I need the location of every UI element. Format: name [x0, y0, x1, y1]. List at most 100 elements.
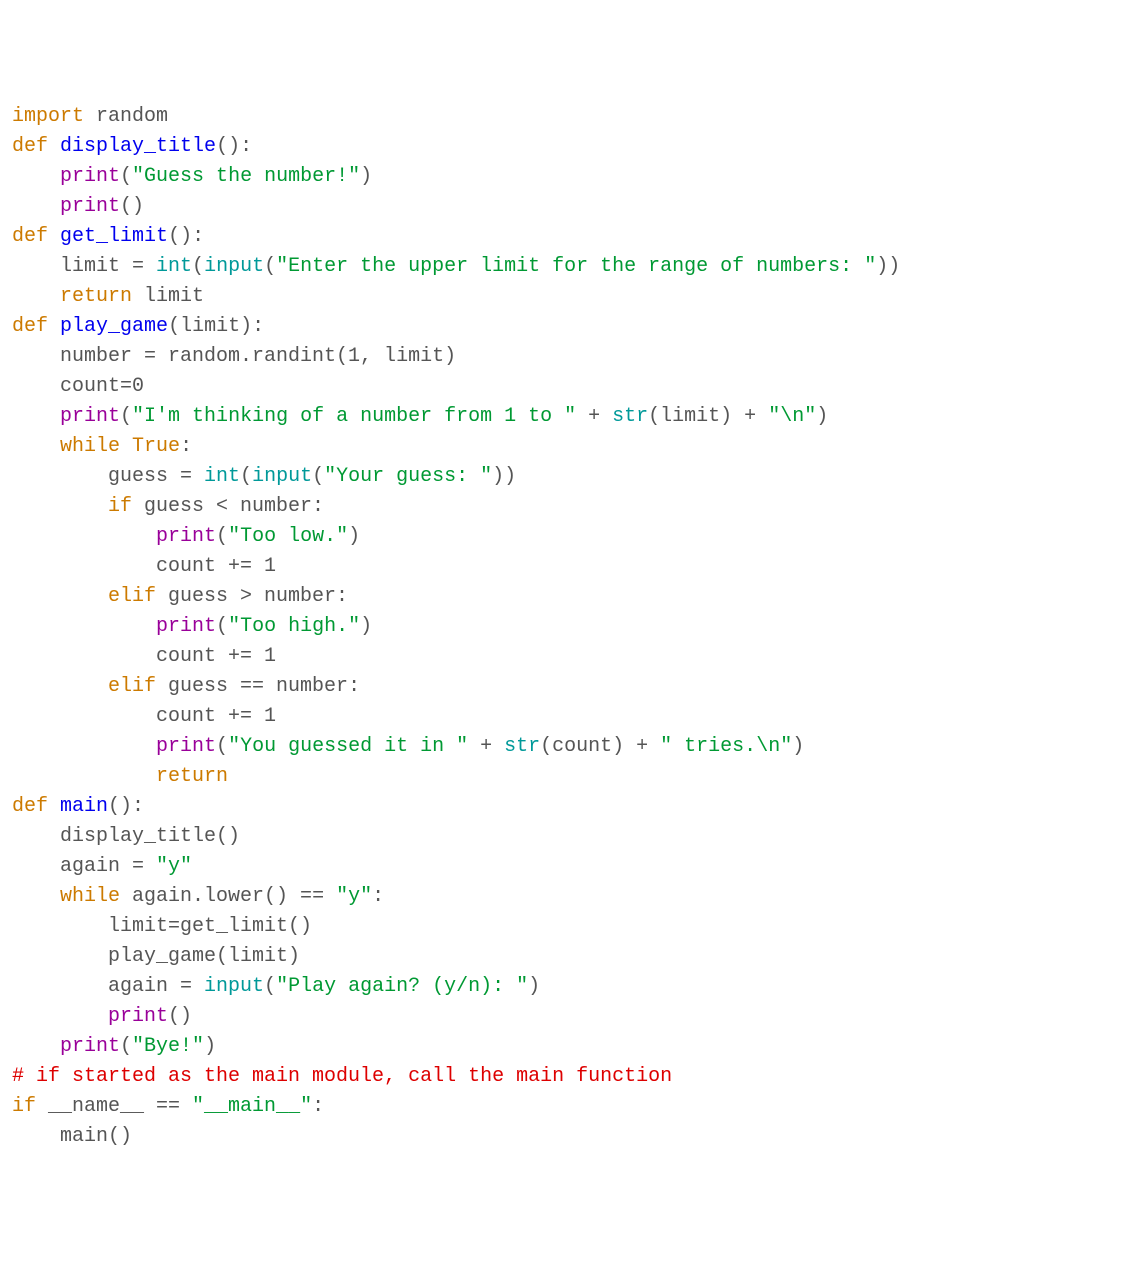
code-token: print	[60, 165, 120, 188]
code-token: random	[84, 105, 168, 128]
code-token: "\n"	[768, 405, 816, 428]
code-token: def	[12, 135, 48, 158]
code-line: again = "y"	[12, 852, 1124, 882]
code-line: count=0	[12, 372, 1124, 402]
code-line: limit=get_limit()	[12, 912, 1124, 942]
code-token: )	[204, 1035, 216, 1058]
code-line: main()	[12, 1122, 1124, 1152]
code-token	[48, 225, 60, 248]
code-token	[12, 165, 60, 188]
code-token: return	[60, 285, 132, 308]
code-line: # if started as the main module, call th…	[12, 1062, 1124, 1092]
code-token: guess == number:	[156, 675, 360, 698]
code-token: elif	[108, 585, 156, 608]
code-block: import randomdef display_title(): print(…	[12, 102, 1124, 1152]
code-token: main	[60, 795, 108, 818]
code-token: guess =	[12, 465, 204, 488]
code-token: (	[120, 405, 132, 428]
code-token	[12, 675, 108, 698]
code-token: if	[108, 495, 132, 518]
code-token: (	[312, 465, 324, 488]
code-token	[12, 735, 156, 758]
code-token: count=0	[12, 375, 144, 398]
code-token: str	[504, 735, 540, 758]
code-token: limit	[132, 285, 204, 308]
code-token	[48, 315, 60, 338]
code-token: print	[60, 405, 120, 428]
code-line: elif guess > number:	[12, 582, 1124, 612]
code-token: "Guess the number!"	[132, 165, 360, 188]
code-token: def	[12, 315, 48, 338]
code-line: print()	[12, 192, 1124, 222]
code-token: (	[240, 465, 252, 488]
code-token: "Too high."	[228, 615, 360, 638]
code-token: int	[204, 465, 240, 488]
code-token: (	[120, 1035, 132, 1058]
code-token	[48, 135, 60, 158]
code-token: count += 1	[12, 555, 276, 578]
code-token: if	[12, 1095, 36, 1118]
code-token: +	[468, 735, 504, 758]
code-token	[48, 795, 60, 818]
code-token: True	[132, 435, 180, 458]
code-token: +	[576, 405, 612, 428]
code-line: def display_title():	[12, 132, 1124, 162]
code-token: elif	[108, 675, 156, 698]
code-token	[12, 885, 60, 908]
code-token: (	[120, 165, 132, 188]
code-token: int	[156, 255, 192, 278]
code-line: print()	[12, 1002, 1124, 1032]
code-token: __name__ ==	[36, 1095, 192, 1118]
code-line: play_game(limit)	[12, 942, 1124, 972]
code-token	[12, 585, 108, 608]
code-line: if guess < number:	[12, 492, 1124, 522]
code-token: )	[528, 975, 540, 998]
code-token: print	[60, 1035, 120, 1058]
code-token: )	[360, 615, 372, 638]
code-token: limit=get_limit()	[12, 915, 312, 938]
code-token: while	[60, 885, 120, 908]
code-token: guess > number:	[156, 585, 348, 608]
code-token: ))	[492, 465, 516, 488]
code-token: "Too low."	[228, 525, 348, 548]
code-line: guess = int(input("Your guess: "))	[12, 462, 1124, 492]
code-token: (count) +	[540, 735, 660, 758]
code-token: )	[360, 165, 372, 188]
code-token: def	[12, 795, 48, 818]
code-token: (	[216, 735, 228, 758]
code-token: (	[192, 255, 204, 278]
code-token	[120, 435, 132, 458]
code-token: )	[816, 405, 828, 428]
code-token: display_title()	[12, 825, 240, 848]
code-token	[12, 1035, 60, 1058]
code-token: (limit) +	[648, 405, 768, 428]
code-line: def main():	[12, 792, 1124, 822]
code-line: elif guess == number:	[12, 672, 1124, 702]
code-token: main()	[12, 1125, 132, 1148]
code-token	[12, 765, 156, 788]
code-line: again = input("Play again? (y/n): ")	[12, 972, 1124, 1002]
code-token: def	[12, 225, 48, 248]
code-token	[12, 435, 60, 458]
code-token: (	[264, 975, 276, 998]
code-token: play_game(limit)	[12, 945, 300, 968]
code-token: (	[216, 525, 228, 548]
code-line: return	[12, 762, 1124, 792]
code-line: def get_limit():	[12, 222, 1124, 252]
code-token: number = random.randint(1, limit)	[12, 345, 456, 368]
code-token: :	[312, 1095, 324, 1118]
code-token: "y"	[336, 885, 372, 908]
code-token: ))	[876, 255, 900, 278]
code-token: "Your guess: "	[324, 465, 492, 488]
code-line: number = random.randint(1, limit)	[12, 342, 1124, 372]
code-token: (	[264, 255, 276, 278]
code-token: print	[156, 615, 216, 638]
code-line: limit = int(input("Enter the upper limit…	[12, 252, 1124, 282]
code-line: display_title()	[12, 822, 1124, 852]
code-token	[12, 615, 156, 638]
code-token	[12, 195, 60, 218]
code-token: )	[348, 525, 360, 548]
code-token	[12, 1005, 108, 1028]
code-token: again =	[12, 855, 156, 878]
code-token: print	[156, 735, 216, 758]
